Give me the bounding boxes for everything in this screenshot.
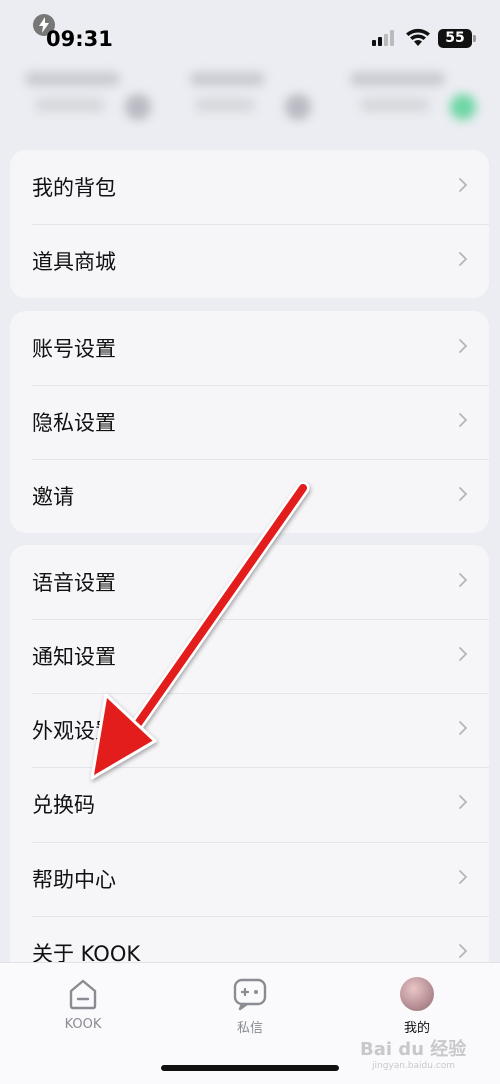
menu-item-appearance-settings[interactable]: 外观设置 [10,693,489,767]
menu-item-label: 语音设置 [32,571,116,595]
menu-item-label: 账号设置 [32,337,116,361]
chevron-right-icon [459,413,468,427]
avatar [400,977,434,1011]
chevron-right-icon [459,944,468,958]
tab-messages[interactable]: 私信 [167,963,333,1053]
tab-label: KOOK [64,1017,102,1032]
watermark-url: jingyan.baidu.com [372,1061,456,1071]
menu-item-label: 我的背包 [32,176,116,200]
menu-item-notification-settings[interactable]: 通知设置 [10,619,489,693]
home-face-icon [69,979,97,1010]
battery-indicator: 55 [438,29,472,48]
menu-item-backpack[interactable]: 我的背包 [10,150,489,224]
menu-group-account: 账号设置 隐私设置 邀请 [10,311,489,533]
menu-item-label: 道具商城 [32,250,116,274]
menu-item-label: 外观设置 [32,719,116,743]
battery-tip [473,35,476,42]
chevron-right-icon [459,573,468,587]
chat-gamepad-icon [233,978,267,1011]
status-bar: 09:31 55 [0,0,500,60]
chevron-right-icon [459,647,468,661]
tab-label: 私信 [236,1021,263,1036]
chevron-right-icon [459,252,468,266]
menu-item-label: 隐私设置 [32,411,116,435]
menu-item-redeem-code[interactable]: 兑换码 [10,767,489,841]
chevron-right-icon [459,721,468,735]
watermark: Bai du 经验 [360,1039,467,1060]
chevron-right-icon [459,870,468,884]
tab-label: 我的 [403,1021,430,1036]
menu-item-label: 兑换码 [32,793,95,817]
menu-item-item-shop[interactable]: 道具商城 [10,224,489,298]
menu-group-items: 我的背包 道具商城 [10,150,489,298]
blurred-stats-strip [0,60,500,140]
status-time: 09:31 [46,27,113,51]
menu-item-account-settings[interactable]: 账号设置 [10,311,489,385]
chevron-right-icon [459,178,468,192]
menu-item-help-center[interactable]: 帮助中心 [10,842,489,916]
home-indicator[interactable] [161,1065,339,1071]
chevron-right-icon [459,795,468,809]
menu-group-settings: 语音设置 通知设置 外观设置 兑换码 帮助中心 关于 KOOK [10,545,489,975]
tab-kook[interactable]: KOOK [0,963,166,1053]
menu-item-privacy-settings[interactable]: 隐私设置 [10,385,489,459]
menu-item-label: 通知设置 [32,645,116,669]
chevron-right-icon [459,487,468,501]
menu-item-voice-settings[interactable]: 语音设置 [10,545,489,619]
wifi-icon [406,28,430,46]
menu-item-invite[interactable]: 邀请 [10,459,489,533]
menu-item-label: 邀请 [32,485,74,509]
cellular-signal-icon [372,30,394,46]
menu-item-label: 帮助中心 [32,868,116,892]
chevron-right-icon [459,339,468,353]
